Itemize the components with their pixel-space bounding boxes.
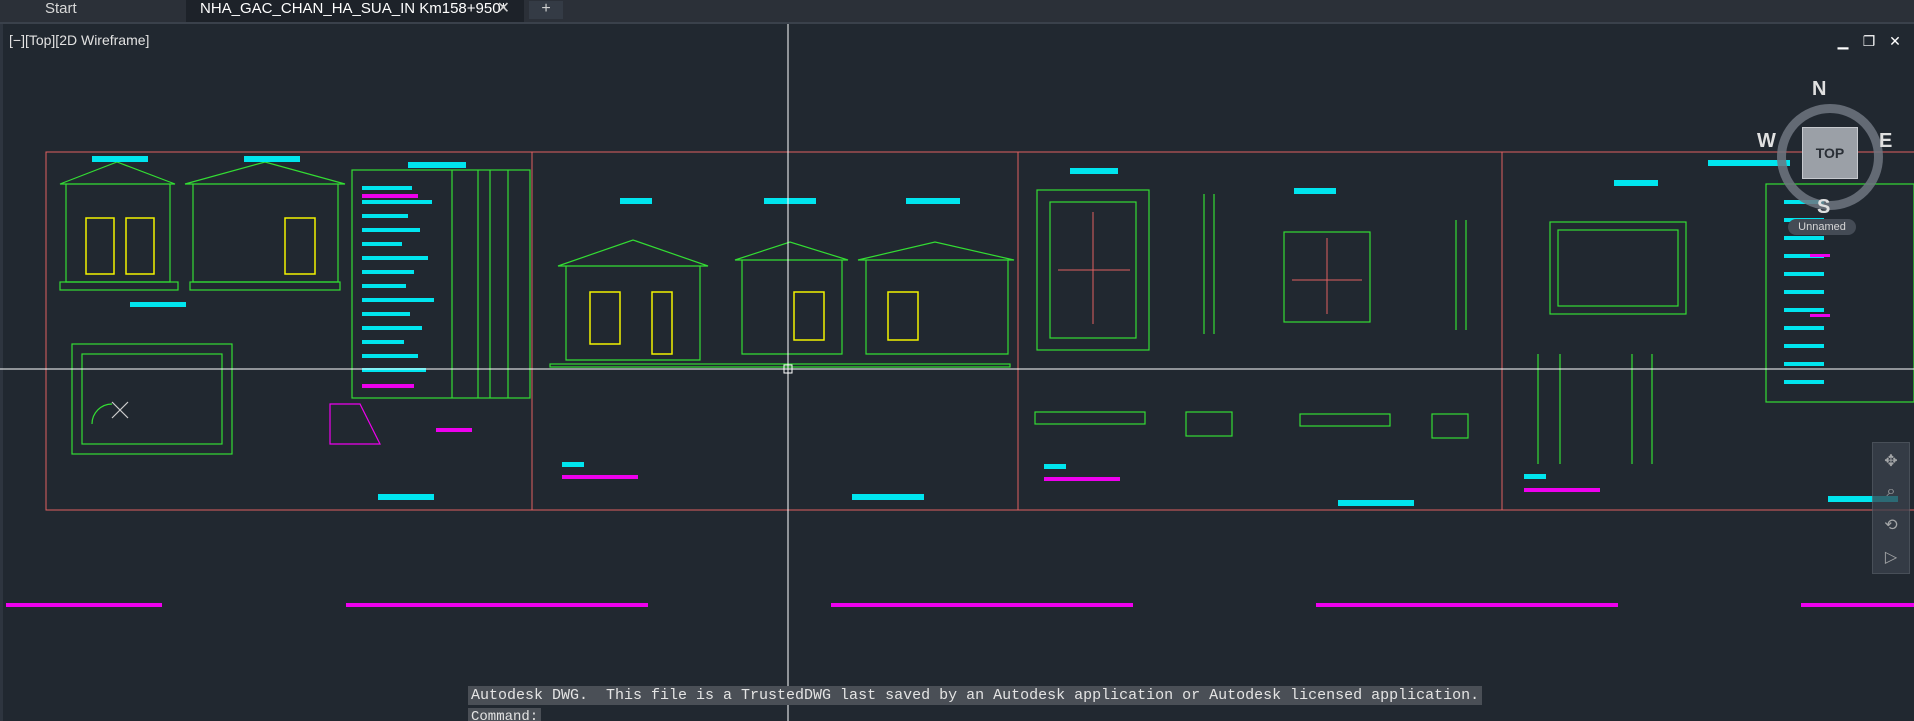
- sheet-1-windows: [85, 217, 316, 275]
- beam-detail-1: [1034, 411, 1146, 425]
- viewcube-top-face[interactable]: TOP: [1802, 127, 1858, 179]
- ucs-icon: [111, 401, 129, 419]
- elevation-roof-2: [184, 161, 346, 283]
- close-tab-icon[interactable]: ✕: [497, 0, 510, 18]
- pile-2: [1631, 354, 1653, 464]
- elevation-side-1: [734, 241, 849, 355]
- tab-drawing-label: NHA_GAC_CHAN_HA_SUA_IN Km158+950*: [200, 0, 507, 17]
- sheet-3-drawings: [1034, 189, 1469, 439]
- crosshair-cursor: [0, 24, 1914, 721]
- pile-1: [1537, 354, 1561, 464]
- window-3: [284, 217, 316, 275]
- elevation-base-1: [59, 281, 179, 291]
- scale-bars: [6, 603, 1914, 607]
- document-tab-bar: Start NHA_GAC_CHAN_HA_SUA_IN Km158+950* …: [0, 0, 1914, 24]
- floor-plan-door: [91, 403, 113, 425]
- wcs-menu[interactable]: Unnamed: [1788, 219, 1856, 235]
- sheet-frame-2: [531, 151, 1019, 511]
- sheet-3-axes: [1058, 212, 1362, 324]
- scale-bar-2: [346, 603, 648, 607]
- tab-start[interactable]: Start: [0, 0, 186, 22]
- window-2: [125, 217, 155, 275]
- command-history-line: Autodesk DWG. This file is a TrustedDWG …: [468, 686, 1483, 705]
- compass-north[interactable]: N: [1812, 78, 1826, 101]
- model-viewport[interactable]: [−][Top][2D Wireframe] ▁ ❐ ✕ N W E TOP S…: [0, 24, 1914, 721]
- new-tab-button[interactable]: +: [529, 1, 563, 19]
- compass-south[interactable]: S: [1817, 196, 1830, 219]
- command-line-input[interactable]: Command:: [468, 708, 542, 721]
- section-detail: [329, 403, 381, 445]
- sheet-4-magenta-notes: [1524, 254, 1830, 492]
- close-icon[interactable]: ✕: [1888, 34, 1902, 48]
- beam-detail-3: [1299, 413, 1391, 427]
- drawing-canvas[interactable]: [0, 24, 1914, 721]
- window-1: [85, 217, 115, 275]
- elevation-side-2: [857, 241, 1015, 355]
- floor-plan-outer: [71, 343, 233, 455]
- sheet-1-drawings: [59, 161, 531, 455]
- ground-line: [549, 363, 1011, 368]
- compass-east[interactable]: E: [1879, 130, 1892, 153]
- elevation-main: [557, 239, 709, 361]
- elevation-base-2: [189, 281, 341, 291]
- sheet-frame-3: [1017, 151, 1503, 511]
- showmotion-icon[interactable]: ▷: [1881, 547, 1901, 567]
- elevation-roof-1: [59, 161, 176, 283]
- compass-west[interactable]: W: [1757, 130, 1776, 153]
- floor-plan-inner: [81, 353, 223, 445]
- viewcube[interactable]: N W E TOP S Unnamed: [1757, 78, 1892, 235]
- detail-section-1: [1203, 194, 1215, 334]
- sheet-frame-1: [45, 151, 533, 511]
- minimize-icon[interactable]: ▁: [1836, 34, 1850, 48]
- sheet-2-magenta-notes: [562, 475, 638, 479]
- sheet-1-schedule-rows: [362, 186, 434, 372]
- pan-icon[interactable]: ✥: [1881, 451, 1901, 471]
- restore-icon[interactable]: ❐: [1862, 34, 1876, 48]
- sheet-2-windows: [589, 291, 919, 355]
- foundation-plan: [1549, 221, 1687, 315]
- foundation-plan-inner: [1557, 229, 1679, 307]
- sheet-4-drawings: [1537, 183, 1914, 464]
- beam-detail-2: [1185, 411, 1233, 437]
- viewport-window-controls: ▁ ❐ ✕: [1836, 34, 1902, 48]
- sheet-3-magenta-notes: [1044, 477, 1120, 481]
- orbit-icon[interactable]: ⟲: [1881, 515, 1901, 535]
- scale-bar-1: [6, 603, 162, 607]
- tab-drawing[interactable]: NHA_GAC_CHAN_HA_SUA_IN Km158+950* ✕: [186, 0, 524, 22]
- detail-section-2: [1455, 220, 1467, 330]
- scale-bar-4: [1316, 603, 1618, 607]
- scale-bar-5: [1801, 603, 1914, 607]
- scale-bar-3: [831, 603, 1133, 607]
- viewport-controls-label[interactable]: [−][Top][2D Wireframe]: [9, 32, 149, 48]
- navigation-bar: ✥ ⌕ ⟲ ▷: [1872, 442, 1910, 574]
- schedule-table-cols: [451, 170, 509, 398]
- beam-detail-4: [1431, 413, 1469, 439]
- zoom-icon[interactable]: ⌕: [1881, 483, 1901, 503]
- sheet-title-strips: [92, 156, 1898, 506]
- sheet-frames: [45, 151, 1914, 511]
